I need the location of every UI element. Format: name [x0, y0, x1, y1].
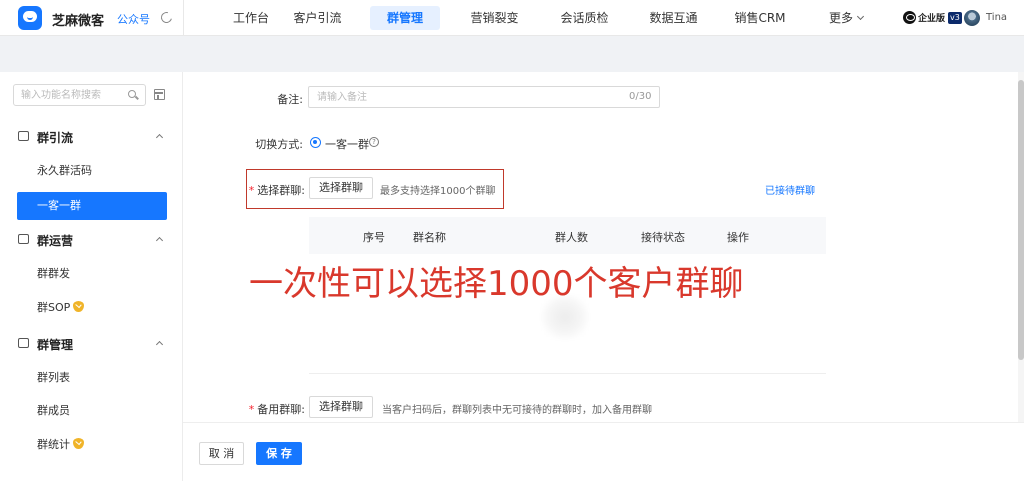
column-header: 操作 [727, 231, 749, 244]
annotation-text: 一次性可以选择1000个客户群聊 [249, 264, 744, 304]
search-icon[interactable] [128, 90, 136, 98]
nav-more[interactable]: 更多 [822, 6, 870, 30]
reception-groups-link[interactable]: 已接待群聊 [765, 182, 815, 197]
switch-mode-option[interactable]: 一客一群 [325, 136, 369, 152]
chat-icon [18, 234, 29, 244]
user-add-icon [18, 131, 29, 141]
brand-name[interactable]: 芝麻微客 [52, 10, 104, 29]
edition-logo-icon [903, 11, 916, 24]
chevron-up-icon [155, 236, 164, 245]
top-bar: 芝麻微客 公众号 工作台 客户引流 群管理 营销裂变 会话质检 数据互通 销售C… [0, 0, 1024, 36]
scrollbar-thumb[interactable] [1018, 80, 1024, 360]
nav-marketing-fission[interactable]: 营销裂变 [462, 6, 527, 30]
column-header: 群名称 [413, 231, 446, 244]
sidebar-item-group-list[interactable]: 群列表 [17, 364, 167, 392]
save-button[interactable]: 保 存 [256, 442, 302, 465]
column-header: 接待状态 [641, 231, 685, 244]
divider [183, 0, 184, 36]
cancel-button[interactable]: 取 消 [199, 442, 244, 465]
sidebar-item-permanent-qr[interactable]: 永久群活码 [17, 157, 167, 185]
remark-label: 备注: [277, 93, 303, 106]
column-header: 群人数 [555, 231, 588, 244]
nav-sales-crm[interactable]: 销售CRM [727, 6, 793, 30]
required-mark: * [248, 403, 255, 416]
nav-customer-acquisition[interactable]: 客户引流 [285, 6, 350, 30]
select-group-label: * 选择群聊: [248, 184, 305, 197]
sidebar-group-label: 群引流 [37, 131, 74, 145]
sidebar-group-label: 群管理 [37, 338, 74, 352]
nav-data-exchange[interactable]: 数据互通 [641, 6, 706, 30]
sidebar-item-group-members[interactable]: 群成员 [17, 397, 167, 425]
vip-icon [73, 301, 85, 312]
version-badge: v3 [948, 11, 962, 24]
nav-session-qc[interactable]: 会话质检 [552, 6, 617, 30]
scrollbar[interactable] [1018, 72, 1024, 422]
help-icon[interactable]: ? [369, 137, 379, 147]
nav-group-management[interactable]: 群管理 [370, 6, 440, 30]
main-panel: 备注: 0/30 切换方式: 一客一群 ? *选择群聊: 选择群聊 最多支持选择… [183, 72, 1024, 422]
sidebar-item-group-stats[interactable]: 群统计 [17, 431, 167, 459]
app-logo-icon[interactable] [18, 6, 42, 30]
remark-counter: 0/30 [629, 91, 652, 102]
chevron-up-icon [155, 133, 164, 142]
official-account-link[interactable]: 公众号 [117, 11, 150, 27]
username[interactable]: Tina [986, 12, 1007, 23]
remark-input[interactable] [308, 86, 660, 108]
sidebar: 群引流 永久群活码 一客一群 群运营 群群发 群SOP 群管理 群列表 群成员 … [0, 72, 183, 481]
backup-group-button[interactable]: 选择群聊 [309, 396, 373, 418]
edition-badge[interactable]: 企业版 v3 [903, 10, 962, 25]
table-divider [309, 373, 826, 374]
switch-mode-label: 切换方式: [255, 138, 303, 151]
sidebar-search [13, 84, 146, 106]
chevron-up-icon [155, 340, 164, 349]
sidebar-group-operations[interactable]: 群运营 [0, 229, 183, 251]
sidebar-item-one-customer-one-group[interactable]: 一客一群 [17, 192, 167, 220]
layout-icon[interactable] [154, 89, 165, 100]
dark-mode-icon[interactable] [158, 9, 175, 26]
sidebar-group-management[interactable]: 群管理 [0, 333, 183, 355]
vip-icon [73, 438, 84, 449]
chevron-down-icon [856, 12, 865, 21]
form-footer: 取 消 保 存 [183, 422, 1024, 481]
sidebar-group-label: 群运营 [37, 234, 74, 248]
group-table-header: 序号 群名称 群人数 接待状态 操作 [309, 217, 826, 254]
column-header: 序号 [363, 231, 385, 244]
backup-group-hint: 当客户扫码后，群聊列表中无可接待的群聊时，加入备用群聊 [382, 405, 652, 416]
sidebar-item-group-broadcast[interactable]: 群群发 [17, 260, 167, 288]
select-group-button[interactable]: 选择群聊 [309, 177, 373, 199]
avatar[interactable] [964, 10, 980, 26]
sidebar-group-traffic[interactable]: 群引流 [0, 126, 183, 148]
select-group-hint: 最多支持选择1000个群聊 [380, 186, 496, 197]
chat-icon [18, 338, 29, 348]
required-mark: * [248, 184, 255, 197]
nav-workbench[interactable]: 工作台 [206, 6, 296, 30]
search-input[interactable] [21, 85, 126, 105]
edition-label: 企业版 [918, 14, 946, 24]
switch-mode-radio[interactable] [310, 137, 321, 148]
backup-group-label: * 备用群聊: [248, 403, 305, 416]
sidebar-item-group-sop[interactable]: 群SOP [17, 294, 167, 322]
